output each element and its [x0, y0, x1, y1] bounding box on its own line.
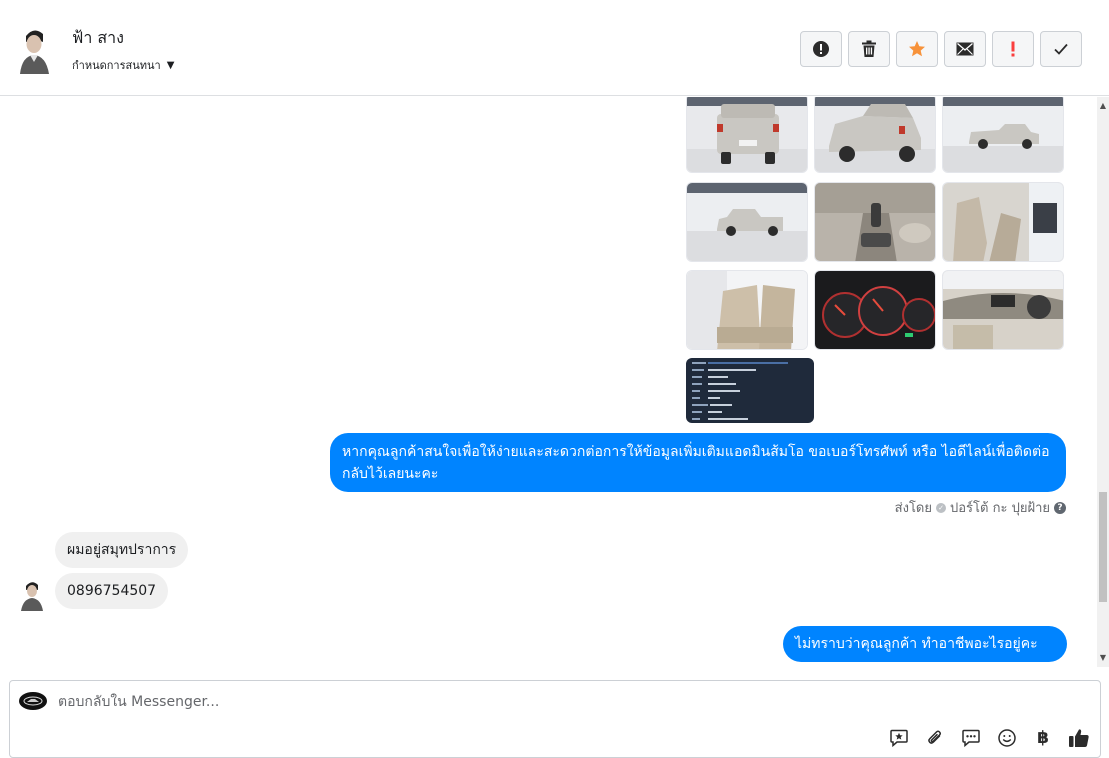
envelope-icon	[956, 42, 974, 56]
photo-rear-seats[interactable]	[686, 270, 808, 350]
trash-icon	[862, 40, 876, 57]
scrollbar-thumb[interactable]	[1099, 492, 1107, 602]
exclamation-icon	[1011, 41, 1015, 57]
baht-icon: ฿	[1037, 728, 1049, 748]
quick-replies-button[interactable]	[960, 727, 982, 749]
incoming-message: 0896754507	[55, 573, 169, 609]
photo-truck-side-left[interactable]	[686, 182, 808, 262]
saved-reply-button[interactable]	[888, 727, 910, 749]
composer-toolbar: ฿	[888, 727, 1090, 749]
message-text: ผมอยู่สมุทปราการ	[67, 542, 177, 558]
photo-truck-rear-angle[interactable]	[814, 97, 936, 173]
message-text: หากคุณลูกค้าสนใจเพื่อให้ง่ายและสะดวกต่อก…	[342, 444, 1050, 482]
outgoing-message: ไม่ทราบว่าคุณลูกค้า ทำอาชีพอะไรอยู่คะ	[783, 626, 1067, 662]
emoji-button[interactable]	[996, 727, 1018, 749]
conversation-actions	[800, 31, 1082, 67]
like-button[interactable]	[1068, 727, 1090, 749]
message-text: ไม่ทราบว่าคุณลูกค้า ทำอาชีพอะไรอยู่คะ	[795, 636, 1038, 652]
message-text: 0896754507	[67, 583, 157, 599]
checkmark-icon	[1054, 43, 1068, 55]
mark-unread-button[interactable]	[944, 31, 986, 67]
delete-button[interactable]	[848, 31, 890, 67]
reply-composer: ฿	[9, 680, 1101, 758]
exclamation-circle-icon	[813, 41, 829, 57]
contact-name: ฟ้า สาง	[72, 28, 124, 47]
star-button[interactable]	[896, 31, 938, 67]
photo-truck-side-right[interactable]	[942, 97, 1064, 173]
conversation-settings-label: กำหนดการสนทนา	[72, 59, 161, 72]
sent-by-info: ส่งโดย ✓ ปอร์โต้ กะ ปุยฝ้าย ?	[895, 497, 1066, 518]
verified-check-icon: ✓	[936, 502, 946, 513]
outgoing-message: หากคุณลูกค้าสนใจเพื่อให้ง่ายและสะดวกต่อก…	[330, 433, 1066, 492]
page-logo-avatar	[19, 692, 47, 710]
incoming-message: ผมอยู่สมุทปราการ	[55, 532, 189, 568]
saved-reply-icon	[890, 729, 908, 748]
sender-avatar[interactable]	[16, 577, 48, 611]
paperclip-icon	[928, 730, 941, 744]
conversation-header: ฟ้า สาง กำหนดการสนทนา ▼	[0, 0, 1109, 96]
chat-bubble-dots-icon	[962, 729, 980, 748]
thread-scrollbar[interactable]: ▲ ▼	[1097, 97, 1109, 667]
conversation-settings-dropdown[interactable]: กำหนดการสนทนา ▼	[72, 56, 174, 74]
help-icon[interactable]: ?	[1054, 501, 1066, 514]
thumbs-up-icon	[1069, 729, 1089, 747]
sent-by-label: ส่งโดย	[894, 501, 932, 516]
sent-by-name: ปอร์โต้ กะ ปุยฝ้าย	[950, 501, 1050, 516]
spam-button[interactable]	[800, 31, 842, 67]
photo-dashboard[interactable]	[942, 270, 1064, 350]
payment-button[interactable]: ฿	[1032, 727, 1054, 749]
reply-input[interactable]	[58, 691, 758, 713]
smiley-icon	[998, 729, 1016, 747]
mark-done-button[interactable]	[1040, 31, 1082, 67]
photo-gauge-cluster[interactable]	[814, 270, 936, 350]
contact-avatar[interactable]	[12, 22, 56, 74]
photo-truck-rear[interactable]	[686, 97, 808, 173]
star-icon	[909, 41, 925, 57]
photo-gear-console[interactable]	[814, 182, 936, 262]
caret-down-icon: ▼	[166, 59, 175, 71]
follow-up-button[interactable]	[992, 31, 1034, 67]
scroll-up-arrow-icon[interactable]: ▲	[1097, 99, 1109, 113]
photo-spec-sheet[interactable]	[686, 358, 814, 423]
attach-file-button[interactable]	[924, 727, 946, 749]
message-thread[interactable]: หากคุณลูกค้าสนใจเพื่อให้ง่ายและสะดวกต่อก…	[0, 97, 1097, 667]
scroll-down-arrow-icon[interactable]: ▼	[1097, 651, 1109, 665]
photo-front-seats[interactable]	[942, 182, 1064, 262]
